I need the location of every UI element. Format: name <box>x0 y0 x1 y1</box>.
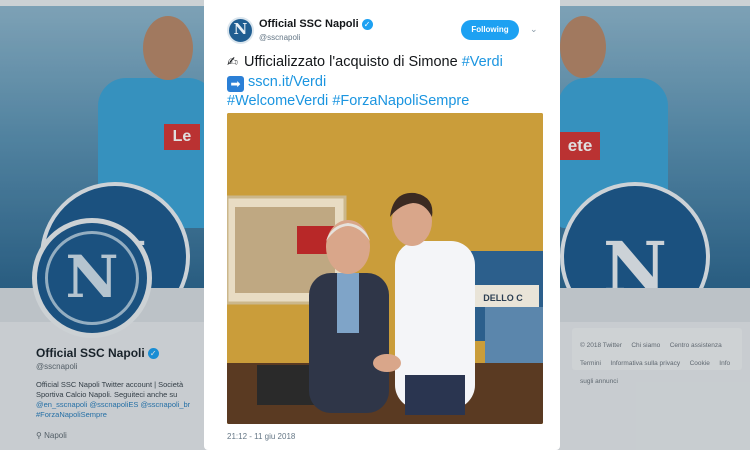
tweet-photo-illustration: DELLO C <box>227 113 543 424</box>
photo-person-left-head <box>326 220 370 274</box>
tweet-photo[interactable]: DELLO C <box>227 113 543 424</box>
photo-poster-sign-text: DELLO C <box>483 293 523 303</box>
photo-handshake <box>373 354 401 372</box>
chevron-down-icon[interactable]: ⌄ <box>530 24 540 34</box>
photo-person-left-shirt <box>337 273 359 333</box>
tweet-author-handle[interactable]: @sscnapoli <box>259 33 300 42</box>
avatar-logo-letter: N <box>233 20 248 38</box>
tweet-text: ✍ Ufficializzato l'acquisto di Simone #Ve… <box>227 52 547 112</box>
hashtag-forzanapolisempre[interactable]: #ForzaNapoliSempre <box>332 93 469 109</box>
hashtag-verdi[interactable]: #Verdi <box>462 54 503 70</box>
tweet-link[interactable]: sscn.it/Verdi <box>248 74 326 90</box>
tweet-text-line1: Ufficializzato l'acquisto di Simone <box>244 54 462 70</box>
verified-badge-icon: ✓ <box>361 19 373 30</box>
tweet-modal: N Official SSC Napoli ✓ @sscnapoli Follow… <box>204 0 560 450</box>
photo-person-right-trousers <box>405 375 465 415</box>
tweet-author-name[interactable]: Official SSC Napoli ✓ <box>259 18 373 30</box>
following-button[interactable]: Following <box>461 20 519 40</box>
right-arrow-emoji: ➡ <box>227 75 244 92</box>
tweet-author-avatar[interactable]: N <box>227 17 254 44</box>
hashtag-welcomeverdi[interactable]: #WelcomeVerdi <box>227 93 328 109</box>
writing-hand-emoji: ✍ <box>227 54 238 69</box>
tweet-author-name-text: Official SSC Napoli <box>259 18 359 30</box>
tweet-timestamp[interactable]: 21:12 - 11 giu 2018 <box>227 432 295 441</box>
